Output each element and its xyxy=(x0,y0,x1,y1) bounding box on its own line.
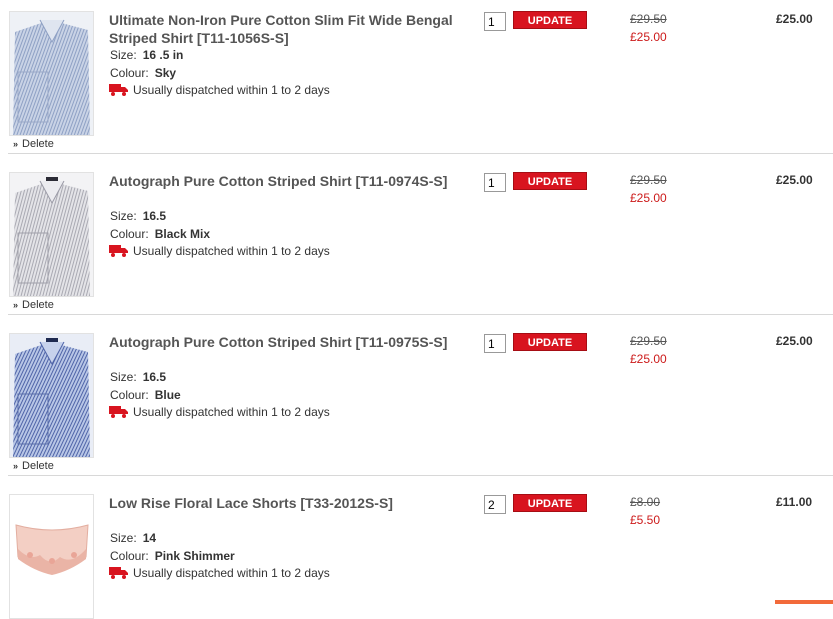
quantity-input[interactable] xyxy=(484,173,506,192)
delete-link[interactable]: » Delete xyxy=(13,299,54,311)
accent-bar xyxy=(775,600,833,604)
chevron-right-icon: » xyxy=(13,300,19,310)
sale-price: £25.00 xyxy=(630,191,667,205)
line-total: £25.00 xyxy=(776,12,813,26)
dispatch-info: Usually dispatched within 1 to 2 days xyxy=(109,244,330,258)
was-price: £29.50 xyxy=(630,334,667,348)
update-button[interactable]: UPDATE xyxy=(513,333,587,351)
basket-item: » Delete Autograph Pure Cotton Striped Sh… xyxy=(0,161,833,322)
product-title[interactable]: Low Rise Floral Lace Shorts [T33-2012S-S… xyxy=(109,494,464,512)
sale-price: £25.00 xyxy=(630,30,667,44)
product-size: Size: 16.5 xyxy=(110,209,167,223)
product-colour: Colour: Black Mix xyxy=(110,227,211,241)
product-image[interactable] xyxy=(9,11,94,136)
truck-icon xyxy=(109,244,129,258)
truck-icon xyxy=(109,405,129,419)
sale-price: £5.50 xyxy=(630,513,661,527)
product-title[interactable]: Autograph Pure Cotton Striped Shirt [T11… xyxy=(109,172,464,190)
delete-link[interactable]: » Delete xyxy=(13,460,54,472)
was-price: £8.00 xyxy=(630,495,661,509)
was-price: £29.50 xyxy=(630,12,667,26)
dispatch-info: Usually dispatched within 1 to 2 days xyxy=(109,566,330,580)
update-button[interactable]: UPDATE xyxy=(513,11,587,29)
update-button[interactable]: UPDATE xyxy=(513,172,587,190)
basket-item: » Delete Ultimate Non-Iron Pure Cotton Sl… xyxy=(0,0,833,161)
row-divider xyxy=(8,475,833,476)
basket-item: » Delete Autograph Pure Cotton Striped Sh… xyxy=(0,322,833,483)
sale-price: £25.00 xyxy=(630,352,667,366)
product-size: Size: 16.5 xyxy=(110,370,167,384)
product-colour: Colour: Blue xyxy=(110,388,181,402)
quantity-input[interactable] xyxy=(484,12,506,31)
quantity-input[interactable] xyxy=(484,334,506,353)
product-image[interactable] xyxy=(9,172,94,297)
product-title[interactable]: Ultimate Non-Iron Pure Cotton Slim Fit W… xyxy=(109,11,464,47)
quantity-input[interactable] xyxy=(484,495,506,514)
chevron-right-icon: » xyxy=(13,139,19,149)
product-colour: Colour: Sky xyxy=(110,66,177,80)
update-button[interactable]: UPDATE xyxy=(513,494,587,512)
dispatch-info: Usually dispatched within 1 to 2 days xyxy=(109,83,330,97)
product-colour: Colour: Pink Shimmer xyxy=(110,549,235,563)
row-divider xyxy=(8,314,833,315)
product-image[interactable] xyxy=(9,494,94,619)
delete-link[interactable]: » Delete xyxy=(13,138,54,150)
truck-icon xyxy=(109,566,129,580)
product-size: Size: 14 xyxy=(110,531,157,545)
product-image[interactable] xyxy=(9,333,94,458)
truck-icon xyxy=(109,83,129,97)
line-total: £25.00 xyxy=(776,334,813,348)
product-title[interactable]: Autograph Pure Cotton Striped Shirt [T11… xyxy=(109,333,464,351)
dispatch-info: Usually dispatched within 1 to 2 days xyxy=(109,405,330,419)
line-total: £11.00 xyxy=(776,495,813,509)
basket-item: Low Rise Floral Lace Shorts [T33-2012S-S… xyxy=(0,483,833,619)
was-price: £29.50 xyxy=(630,173,667,187)
chevron-right-icon: » xyxy=(13,461,19,471)
line-total: £25.00 xyxy=(776,173,813,187)
row-divider xyxy=(8,153,833,154)
product-size: Size: 16 .5 in xyxy=(110,48,184,62)
